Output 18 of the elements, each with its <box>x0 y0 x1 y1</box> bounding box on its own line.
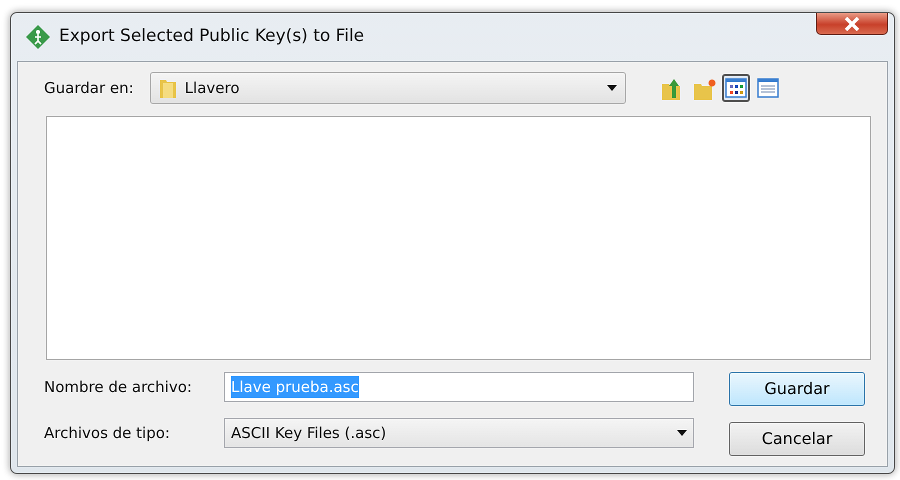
location-dropdown[interactable]: Llavero <box>150 72 626 104</box>
dialog-button[interactable]: Guardar <box>729 372 865 406</box>
toolbar-button[interactable] <box>722 74 750 102</box>
file-type-label: Archivos de tipo: <box>44 422 171 444</box>
location-value: Llavero <box>184 78 240 99</box>
save-in-label: Guardar en: <box>44 78 134 99</box>
details-view-icon <box>756 76 780 100</box>
close-button[interactable] <box>816 13 888 35</box>
app-icon <box>25 24 51 50</box>
file-type-dropdown[interactable]: ASCII Key Files (.asc) <box>224 418 694 448</box>
file-name-label: Nombre de archivo: <box>44 376 193 398</box>
list-view-icon <box>724 76 748 100</box>
caret-icon <box>677 430 687 436</box>
window-title: Export Selected Public Key(s) to File <box>59 25 364 48</box>
folder-icon <box>158 77 177 99</box>
dialog-button[interactable]: Cancelar <box>729 422 865 456</box>
caret-icon <box>606 85 617 91</box>
close-icon <box>844 16 860 30</box>
